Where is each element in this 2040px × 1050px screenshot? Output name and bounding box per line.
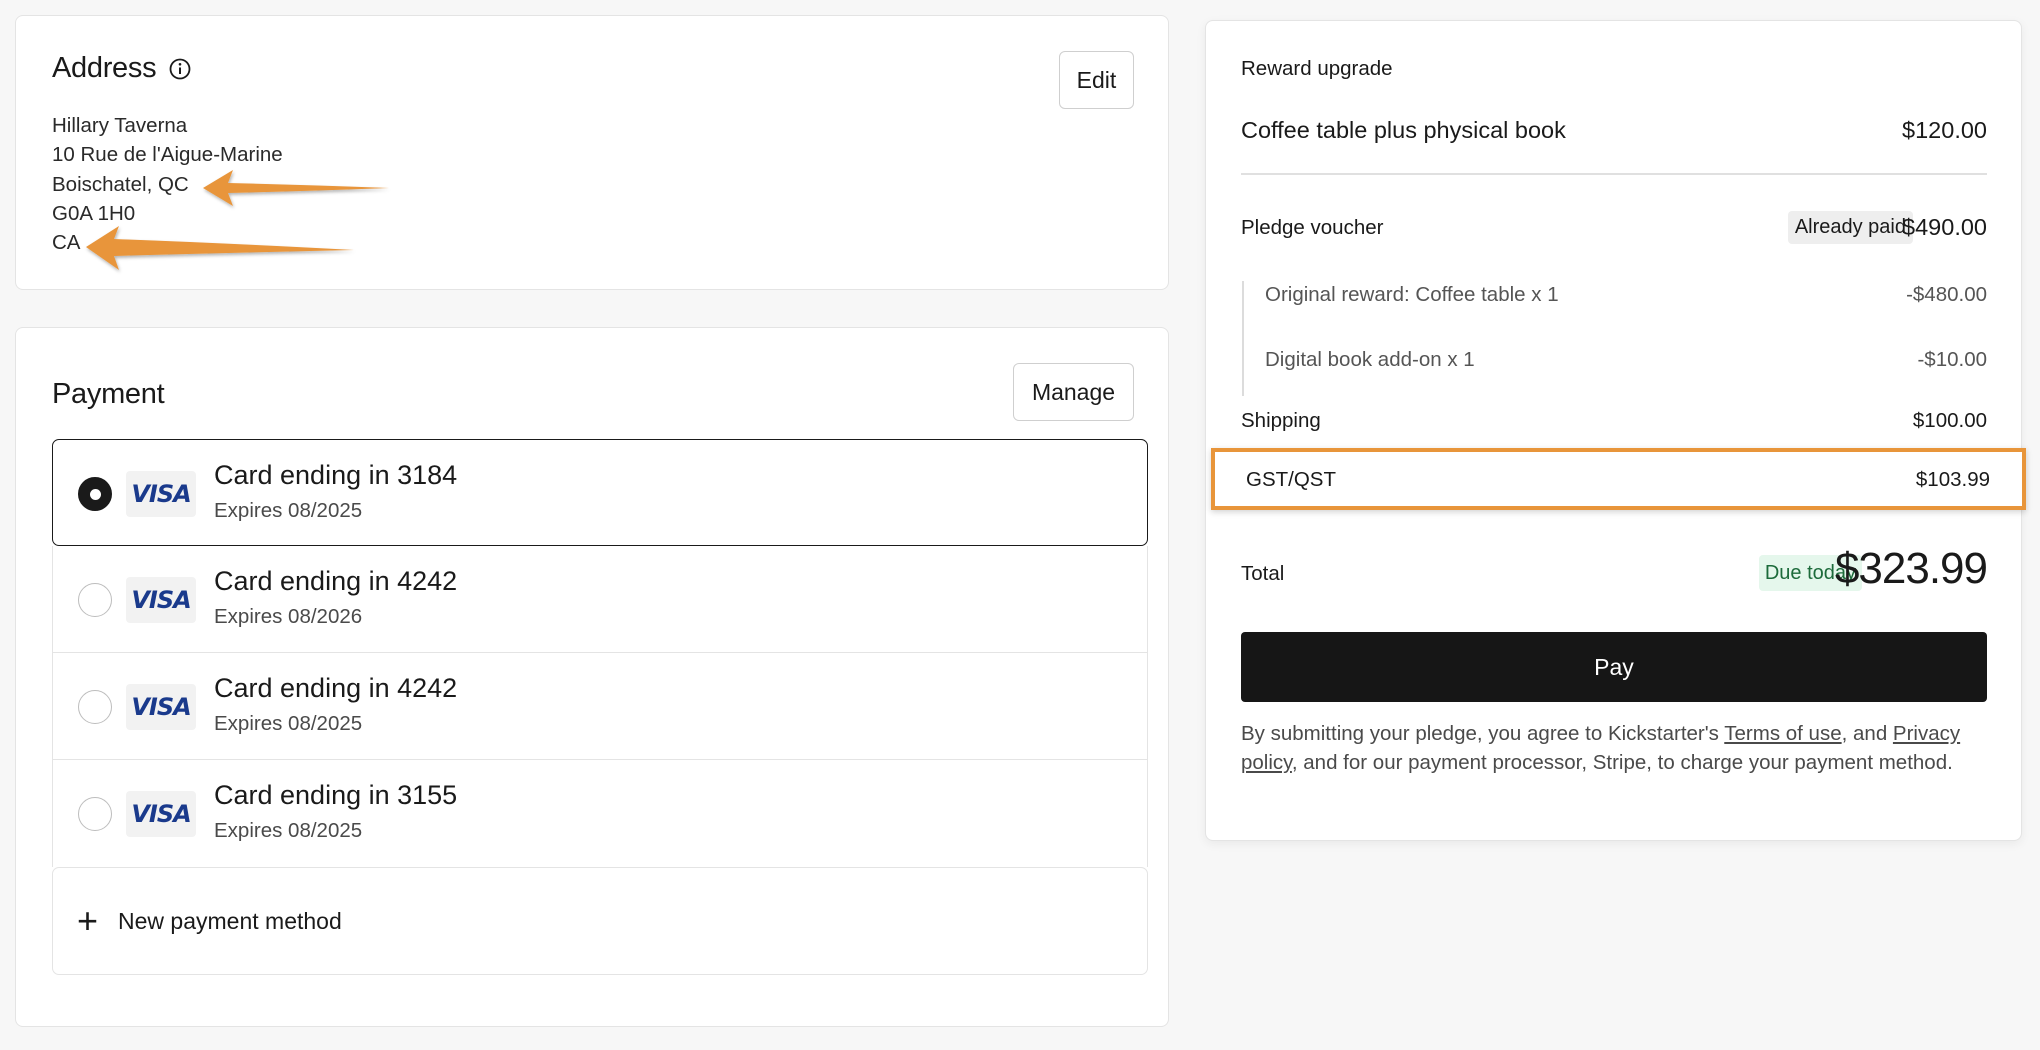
address-name: Hillary Taverna [52, 114, 188, 137]
card-expiry: Expires 08/2025 [214, 499, 363, 522]
already-paid-badge: Already paid [1787, 211, 1913, 244]
legal-text: By submitting your pledge, you agree to … [1241, 719, 2001, 778]
tax-label: GST/QST [1246, 468, 1336, 491]
visa-icon: VISA [126, 471, 196, 517]
payment-method-option[interactable]: VISA Card ending in 3155 Expires 08/2025 [52, 760, 1148, 867]
shipping-label: Shipping [1241, 409, 1321, 432]
legal-text-part: , and for our payment processor, Stripe,… [1291, 751, 1953, 775]
plus-icon: + [77, 900, 99, 941]
payment-title: Payment [52, 378, 165, 410]
tax-amount: $103.99 [1915, 468, 1990, 491]
sub-item-amount: -$10.00 [1917, 348, 1987, 371]
card-expiry: Expires 08/2025 [214, 819, 363, 842]
radio-icon[interactable] [78, 797, 112, 831]
sub-items-rule [1242, 281, 1244, 396]
visa-icon: VISA [126, 791, 196, 837]
card-name: Card ending in 3184 [214, 460, 458, 490]
card-expiry: Expires 08/2026 [214, 605, 363, 628]
payment-card: Payment Manage VISA Card ending in 3184 … [15, 327, 1169, 1027]
address-title: Address [52, 52, 192, 85]
radio-icon[interactable] [78, 583, 112, 617]
divider [1241, 173, 1987, 175]
address-title-text: Address [52, 52, 157, 84]
reward-item-price: $120.00 [1902, 117, 1987, 143]
sub-item-amount: -$480.00 [1906, 283, 1987, 306]
radio-icon[interactable] [78, 690, 112, 724]
shipping-amount: $100.00 [1912, 409, 1987, 432]
annotation-arrow-icon [86, 226, 354, 270]
card-name: Card ending in 4242 [214, 673, 458, 703]
new-payment-method-button[interactable]: + New payment method [52, 867, 1148, 975]
reward-item-name: Coffee table plus physical book [1241, 117, 1566, 143]
annotation-arrow-icon [203, 170, 389, 206]
pay-button[interactable]: Pay [1241, 632, 1987, 702]
card-name: Card ending in 3155 [214, 780, 458, 810]
payment-method-option[interactable]: VISA Card ending in 4242 Expires 08/2025 [52, 653, 1148, 760]
visa-icon: VISA [126, 577, 196, 623]
visa-icon: VISA [126, 684, 196, 730]
payment-method-option[interactable]: VISA Card ending in 3184 Expires 08/2025 [52, 439, 1148, 546]
pledge-voucher-label: Pledge voucher [1241, 216, 1384, 239]
payment-method-option[interactable]: VISA Card ending in 4242 Expires 08/2026 [52, 546, 1148, 653]
edit-address-button[interactable]: Edit [1059, 51, 1134, 109]
info-icon[interactable] [168, 57, 192, 81]
sub-item-label: Original reward: Coffee table x 1 [1265, 283, 1559, 306]
total-amount: $323.99 [1834, 544, 1988, 593]
total-label: Total [1241, 562, 1285, 585]
card-expiry: Expires 08/2025 [214, 712, 363, 735]
sub-item-label: Digital book add-on x 1 [1265, 348, 1475, 371]
reward-upgrade-label: Reward upgrade [1241, 57, 1393, 80]
pledge-voucher-amount: $490.00 [1902, 214, 1987, 240]
payment-method-list: VISA Card ending in 3184 Expires 08/2025… [52, 439, 1148, 975]
radio-selected-icon[interactable] [78, 477, 112, 511]
order-summary-panel: Reward upgrade Coffee table plus physica… [1205, 20, 2026, 841]
terms-of-use-link[interactable]: Terms of use [1724, 722, 1841, 745]
manage-payment-button[interactable]: Manage [1013, 363, 1134, 421]
tax-row-highlight: GST/QST $103.99 [1211, 448, 2026, 510]
new-payment-method-label: New payment method [118, 907, 342, 934]
address-card: Address Edit Hillary Taverna 10 Rue de l… [15, 15, 1169, 290]
legal-text-part: By submitting your pledge, you agree to … [1241, 722, 1725, 745]
card-name: Card ending in 4242 [214, 566, 458, 596]
legal-text-part: , and [1841, 722, 1893, 745]
